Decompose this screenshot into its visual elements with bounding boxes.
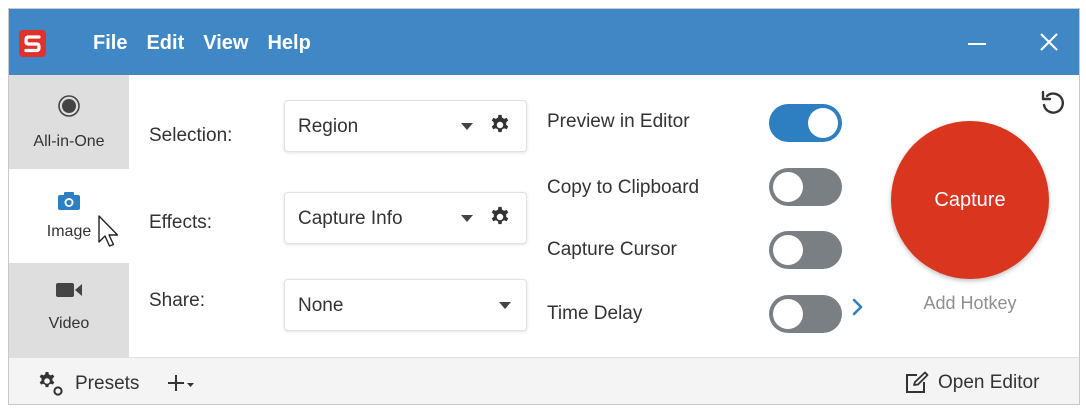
- menu-edit[interactable]: Edit: [146, 31, 184, 55]
- tab-image-label: Image: [46, 223, 92, 240]
- close-button[interactable]: [1031, 27, 1067, 57]
- reset-icon[interactable]: [1039, 89, 1067, 117]
- menu-bar: File Edit View Help: [93, 31, 330, 55]
- capture-button-label: Capture: [934, 188, 1006, 211]
- capture-mode-tabs: All-in-One Image Video: [9, 75, 129, 357]
- preview-in-editor-toggle[interactable]: [769, 104, 842, 142]
- open-editor-button[interactable]: Open Editor: [904, 371, 1039, 395]
- menu-view[interactable]: View: [203, 31, 248, 55]
- footer-bar: Presets Open Editor: [9, 357, 1079, 404]
- menu-help[interactable]: Help: [267, 31, 310, 55]
- toggle-knob: [808, 108, 838, 138]
- minimize-icon: [968, 43, 986, 45]
- gear-icon[interactable]: [489, 114, 511, 136]
- time-delay-label: Time Delay: [547, 303, 643, 324]
- share-dropdown[interactable]: None: [284, 279, 527, 331]
- share-value: None: [298, 295, 344, 316]
- video-camera-icon: [56, 283, 82, 297]
- chevron-down-icon: [461, 215, 473, 222]
- capture-settings-panel: Selection: Region Effects: Capture Info …: [129, 75, 1079, 357]
- copy-to-clipboard-toggle[interactable]: [769, 168, 842, 206]
- record-icon: [58, 95, 80, 117]
- menu-file[interactable]: File: [93, 31, 127, 55]
- camera-icon: [58, 192, 80, 210]
- presets-button[interactable]: Presets: [37, 371, 139, 397]
- tab-image[interactable]: Image: [9, 169, 129, 263]
- chevron-down-icon: [461, 123, 473, 130]
- tab-all-in-one-label: All-in-One: [33, 133, 105, 150]
- effects-label: Effects:: [149, 212, 213, 233]
- chevron-right-icon[interactable]: [851, 297, 865, 317]
- share-label: Share:: [149, 290, 205, 311]
- snagit-capture-window: File Edit View Help All-in-One Image Vid…: [8, 8, 1080, 405]
- tab-video-label: Video: [48, 315, 90, 332]
- tab-all-in-one[interactable]: All-in-One: [9, 75, 129, 169]
- snagit-logo-icon: [19, 30, 46, 57]
- tab-video[interactable]: Video: [9, 263, 129, 357]
- capture-button[interactable]: Capture: [891, 121, 1049, 279]
- effects-dropdown[interactable]: Capture Info: [284, 192, 527, 244]
- minimize-button[interactable]: [959, 27, 995, 57]
- preview-in-editor-label: Preview in Editor: [547, 111, 690, 132]
- presets-gear-icon: [39, 372, 63, 396]
- toggle-knob: [773, 172, 803, 202]
- add-hotkey-link[interactable]: Add Hotkey: [891, 293, 1049, 314]
- toggle-knob: [773, 299, 803, 329]
- toggle-knob: [773, 235, 803, 265]
- edit-icon: [906, 371, 929, 393]
- chevron-down-icon: [499, 302, 511, 309]
- add-preset-icon[interactable]: [167, 372, 197, 394]
- presets-label: Presets: [75, 373, 140, 394]
- open-editor-label: Open Editor: [938, 372, 1040, 393]
- selection-label: Selection:: [149, 125, 233, 146]
- gear-icon[interactable]: [489, 206, 511, 228]
- capture-cursor-label: Capture Cursor: [547, 239, 677, 260]
- selection-value: Region: [298, 116, 359, 137]
- selection-dropdown[interactable]: Region: [284, 100, 527, 152]
- effects-value: Capture Info: [298, 208, 403, 229]
- copy-to-clipboard-label: Copy to Clipboard: [547, 177, 700, 198]
- time-delay-toggle[interactable]: [769, 295, 842, 333]
- title-bar: File Edit View Help: [9, 9, 1079, 75]
- capture-cursor-toggle[interactable]: [769, 231, 842, 269]
- close-icon: [1040, 33, 1058, 51]
